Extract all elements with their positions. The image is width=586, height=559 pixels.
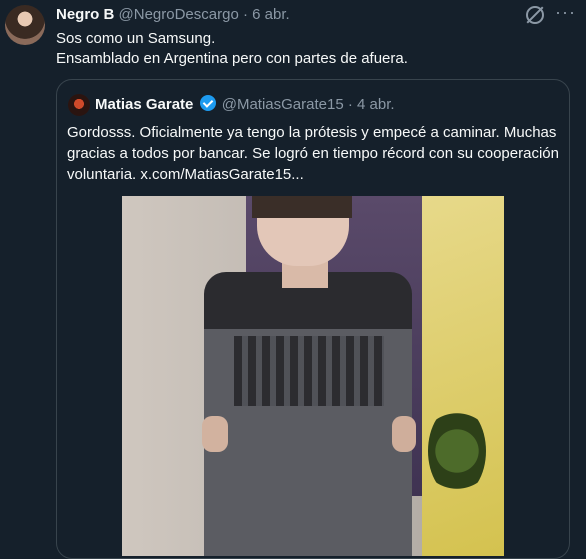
quoted-display-name[interactable]: Matias Garate — [95, 96, 193, 113]
tweet-header: Negro B @NegroDescargo · 6 abr. — [56, 6, 290, 23]
tweet-date[interactable]: 6 abr. — [252, 6, 290, 23]
photo-snake-emblem — [428, 406, 486, 496]
photo-hair — [252, 196, 352, 218]
photo-shirt — [204, 272, 412, 556]
more-icon[interactable]: ··· — [555, 2, 576, 23]
avatar[interactable] — [5, 5, 45, 45]
quoted-handle[interactable]: @MatiasGarate15 — [222, 96, 344, 113]
quoted-text: Gordosss. Oficialmente ya tengo la próte… — [67, 124, 559, 183]
quoted-photo[interactable] — [122, 196, 504, 556]
quoted-tweet[interactable]: Matias Garate @MatiasGarate15 · 4 abr. G… — [56, 79, 570, 559]
photo-left-arm — [202, 416, 228, 452]
quoted-date[interactable]: 4 abr. — [357, 96, 395, 113]
tweet[interactable]: Negro B @NegroDescargo · 6 abr. ··· Sos … — [0, 0, 586, 559]
display-name[interactable]: Negro B — [56, 6, 114, 23]
photo-shirt-print — [234, 336, 384, 406]
quoted-separator: · — [347, 96, 353, 113]
grok-icon[interactable] — [526, 6, 544, 24]
verified-badge-icon — [199, 95, 216, 111]
quoted-header: Matias Garate @MatiasGarate15 · 4 abr. — [95, 95, 395, 113]
handle[interactable]: @NegroDescargo — [119, 6, 239, 23]
photo-right-arm — [392, 416, 416, 452]
tweet-text: Sos como un Samsung. Ensamblado en Argen… — [56, 30, 408, 67]
quoted-avatar[interactable] — [68, 94, 90, 116]
photo-yellow-flag — [422, 196, 504, 556]
separator: · — [242, 6, 248, 23]
